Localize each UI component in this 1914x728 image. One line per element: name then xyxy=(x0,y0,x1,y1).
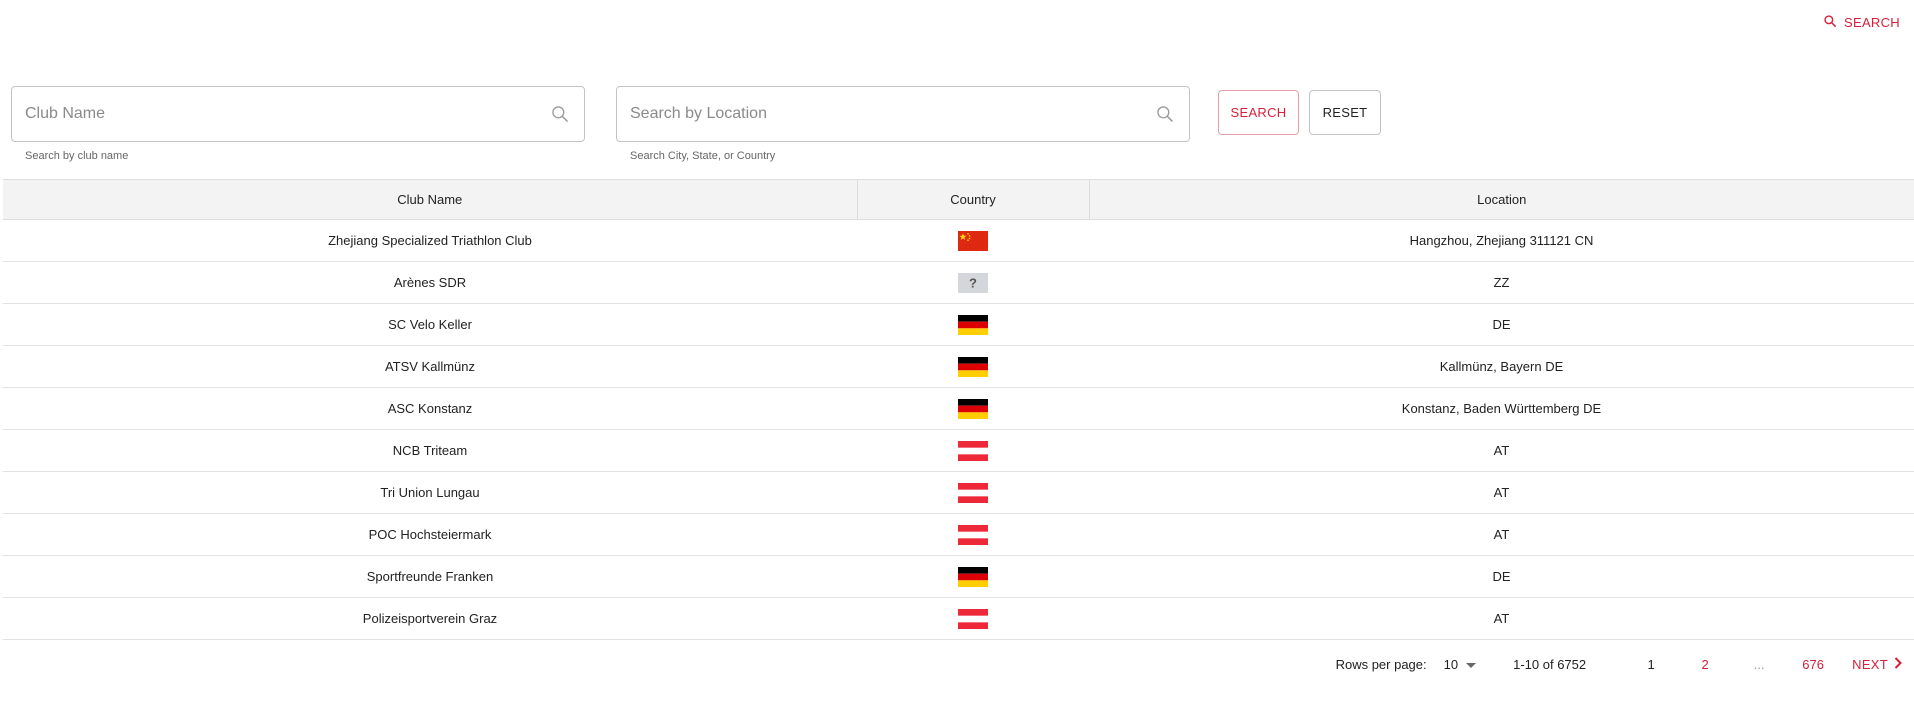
search-button[interactable]: SEARCH xyxy=(1218,90,1299,135)
cell-location: Hangzhou, Zhejiang 311121 CN xyxy=(1089,219,1914,262)
rows-range: 1-10 of 6752 xyxy=(1513,656,1587,672)
cell-country xyxy=(857,597,1089,640)
cell-club-name: SC Velo Keller xyxy=(3,303,857,346)
rows-per-page-label: Rows per page: xyxy=(1335,656,1427,672)
reset-button[interactable]: RESET xyxy=(1309,90,1381,135)
search-icon xyxy=(1155,104,1175,124)
table-row[interactable]: Zhejiang Specialized Triathlon Club Hangz… xyxy=(3,219,1914,262)
cell-location: DE xyxy=(1089,303,1914,346)
table-row[interactable]: NCB Triteam AT xyxy=(3,429,1914,472)
svg-text:?: ? xyxy=(969,275,977,290)
cell-club-name: POC Hochsteiermark xyxy=(3,513,857,556)
flag-de-icon xyxy=(958,398,988,419)
cell-location: DE xyxy=(1089,555,1914,598)
flag-unknown-icon: ? xyxy=(958,272,988,293)
table-row[interactable]: POC Hochsteiermark AT xyxy=(3,513,1914,556)
cell-country: ? xyxy=(857,261,1089,304)
club-search-page: SEARCH Search by club name Search City, … xyxy=(0,0,1914,728)
cell-country xyxy=(857,471,1089,514)
location-input[interactable] xyxy=(630,105,1155,123)
cell-country xyxy=(857,429,1089,472)
cell-club-name: Sportfreunde Franken xyxy=(3,555,857,598)
table-row[interactable]: Sportfreunde Franken DE xyxy=(3,555,1914,598)
flag-at-icon xyxy=(958,482,988,503)
next-label: NEXT xyxy=(1852,656,1888,672)
top-search-label: SEARCH xyxy=(1844,15,1900,30)
caret-down-icon xyxy=(1466,657,1477,672)
flag-de-icon xyxy=(958,566,988,587)
cell-country xyxy=(857,303,1089,346)
cell-country xyxy=(857,387,1089,430)
cell-location: AT xyxy=(1089,513,1914,556)
cell-country xyxy=(857,513,1089,556)
page-last[interactable]: 676 xyxy=(1798,657,1828,672)
search-icon xyxy=(1823,14,1837,31)
page-1[interactable]: 1 xyxy=(1636,657,1666,672)
location-box[interactable] xyxy=(616,86,1190,142)
cell-club-name: Polizeisportverein Graz xyxy=(3,597,857,640)
table-row[interactable]: ASC Konstanz Konstanz, Baden Württemberg … xyxy=(3,387,1914,430)
cell-club-name: ASC Konstanz xyxy=(3,387,857,430)
flag-de-icon xyxy=(958,356,988,377)
page-2[interactable]: 2 xyxy=(1690,657,1720,672)
flag-at-icon xyxy=(958,608,988,629)
table-body: Zhejiang Specialized Triathlon Club Hangz… xyxy=(3,219,1914,640)
table-row[interactable]: ATSV Kallmünz Kallmünz, Bayern DE xyxy=(3,345,1914,388)
cell-country xyxy=(857,555,1089,598)
table-row[interactable]: Tri Union Lungau AT xyxy=(3,471,1914,514)
club-name-field: Search by club name xyxy=(11,86,585,162)
cell-club-name: Tri Union Lungau xyxy=(3,471,857,514)
search-icon xyxy=(550,104,570,124)
clubs-table: Club Name Country Location Zhejiang Spec… xyxy=(3,179,1914,640)
cell-club-name: NCB Triteam xyxy=(3,429,857,472)
location-helper: Search City, State, or Country xyxy=(630,150,776,162)
cell-country xyxy=(857,345,1089,388)
pagination: Rows per page: 10 1-10 of 6752 1 2 ... 6… xyxy=(1336,653,1902,675)
column-header-club-name[interactable]: Club Name xyxy=(3,179,857,220)
club-name-box[interactable] xyxy=(11,86,585,142)
cell-country xyxy=(857,219,1089,262)
club-name-helper: Search by club name xyxy=(25,150,129,162)
table-row[interactable]: Arènes SDR? ZZ xyxy=(3,261,1914,304)
rows-per-page-select[interactable]: 10 xyxy=(1443,656,1477,672)
next-page-button[interactable]: NEXT xyxy=(1852,657,1902,672)
cell-location: AT xyxy=(1089,429,1914,472)
flag-at-icon xyxy=(958,524,988,545)
club-name-input[interactable] xyxy=(25,105,550,123)
cell-club-name: ATSV Kallmünz xyxy=(3,345,857,388)
page-ellipsis: ... xyxy=(1753,656,1765,672)
cell-location: AT xyxy=(1089,471,1914,514)
cell-location: Konstanz, Baden Württemberg DE xyxy=(1089,387,1914,430)
flag-de-icon xyxy=(958,314,988,335)
location-field: Search City, State, or Country xyxy=(616,86,1190,162)
cell-club-name: Arènes SDR xyxy=(3,261,857,304)
top-search-link[interactable]: SEARCH xyxy=(1823,14,1900,31)
table-row[interactable]: Polizeisportverein Graz AT xyxy=(3,597,1914,640)
rows-per-page-value: 10 xyxy=(1443,656,1459,672)
cell-location: ZZ xyxy=(1089,261,1914,304)
column-header-country[interactable]: Country xyxy=(856,179,1089,220)
table-row[interactable]: SC Velo Keller DE xyxy=(3,303,1914,346)
flag-at-icon xyxy=(958,440,988,461)
table-header-row: Club Name Country Location xyxy=(3,179,1914,220)
chevron-right-icon xyxy=(1894,656,1902,672)
column-header-location[interactable]: Location xyxy=(1088,179,1914,220)
cell-location: AT xyxy=(1089,597,1914,640)
cell-location: Kallmünz, Bayern DE xyxy=(1089,345,1914,388)
cell-club-name: Zhejiang Specialized Triathlon Club xyxy=(3,219,857,262)
flag-cn-icon xyxy=(958,230,988,251)
